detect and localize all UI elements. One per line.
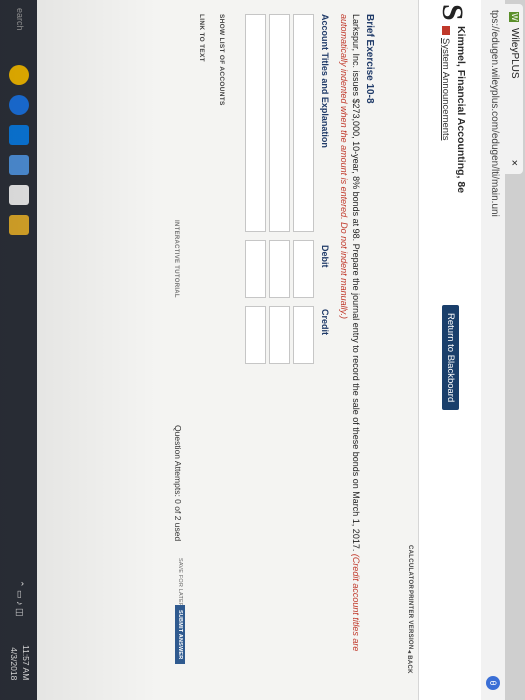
browser-tab[interactable]: W WileyPLUS × [505,4,523,174]
account-title-input[interactable] [245,14,266,232]
clock-time: 11:57 AM [21,645,31,681]
back-link[interactable]: ◂ BACK [406,650,413,674]
account-title-input[interactable] [293,14,314,232]
announcements-label: System Announcements [440,38,451,141]
store-icon[interactable] [9,155,29,175]
url-field[interactable]: tps://edugen.wileyplus.com/edugen/lti/ma… [489,10,500,217]
edge-icon[interactable] [9,125,29,145]
credit-input[interactable] [245,306,266,364]
debit-header: Debit [320,245,330,268]
tab-title: WileyPLUS [509,28,520,79]
announcement-badge-icon [441,26,450,35]
account-title-input[interactable] [269,14,290,232]
browser-tab-bar: W WileyPLUS × [505,0,525,700]
screen: W WileyPLUS × tps://edugen.wileyplus.com… [0,0,525,700]
debit-input[interactable] [293,240,314,298]
taskbar-clock[interactable]: 11:57 AM 4/3/2018 [8,645,32,680]
assignment-toolbar: CALCULATOR PRINTER VERSION ◂ BACK [393,0,419,700]
system-announcements-link[interactable]: System Announcements [440,26,451,140]
credit-header: Credit [320,309,330,336]
clock-date: 4/3/2018 [9,647,19,681]
save-for-later-button[interactable]: SAVE FOR LATER [177,558,183,607]
credit-input[interactable] [269,306,290,364]
question-body: Larkspur, Inc. issues $273,000, 10-year,… [351,14,361,552]
mail-icon[interactable] [9,185,29,205]
course-title: Kimmel, Financial Accounting, 8e [455,26,467,194]
cortana-icon[interactable] [9,95,29,115]
file-explorer-icon[interactable] [9,215,29,235]
debit-input[interactable] [245,240,266,298]
account-titles-header: Account Titles and Explanation [320,14,330,148]
question-title: Brief Exercise 10-8 [364,14,375,104]
wileyplus-favicon-icon: W [509,12,519,22]
debit-input[interactable] [269,240,290,298]
link-to-text-link[interactable]: LINK TO TEXT [198,14,205,62]
submit-answer-button[interactable]: SUBMIT ANSWER [175,605,185,665]
chrome-icon[interactable] [9,65,29,85]
credit-input[interactable] [293,306,314,364]
address-bar: tps://edugen.wileyplus.com/edugen/lti/ma… [480,0,505,700]
printer-version-link[interactable]: PRINTER VERSION [407,590,413,650]
question-text: Larkspur, Inc. issues $273,000, 10-year,… [338,14,362,694]
windows-taskbar: earch ⌃ ▭ ♪ ◫ 11:57 AM 4/3/2018 [0,0,37,700]
journal-row [243,14,266,454]
journal-row [291,14,314,454]
journal-row [267,14,290,454]
wileyplus-logo: S [436,4,469,21]
system-tray-icons[interactable]: ⌃ ▭ ♪ ◫ [14,580,25,617]
taskbar-search[interactable]: earch [15,8,25,31]
show-list-of-accounts-link[interactable]: SHOW LIST OF ACCOUNTS [218,14,225,106]
question-attempts: Question Attempts: 0 of 2 used [173,425,183,542]
profile-icon[interactable]: θ [486,676,500,690]
tab-close-icon[interactable]: × [505,160,523,166]
page-header: S Kimmel, Financial Accounting, 8e Syste… [418,0,481,700]
calculator-link[interactable]: CALCULATOR [407,545,413,589]
return-to-blackboard-button[interactable]: Return to Blackboard [442,305,459,411]
interactive-tutorial-link[interactable]: INTERACTIVE TUTORIAL [173,220,179,298]
